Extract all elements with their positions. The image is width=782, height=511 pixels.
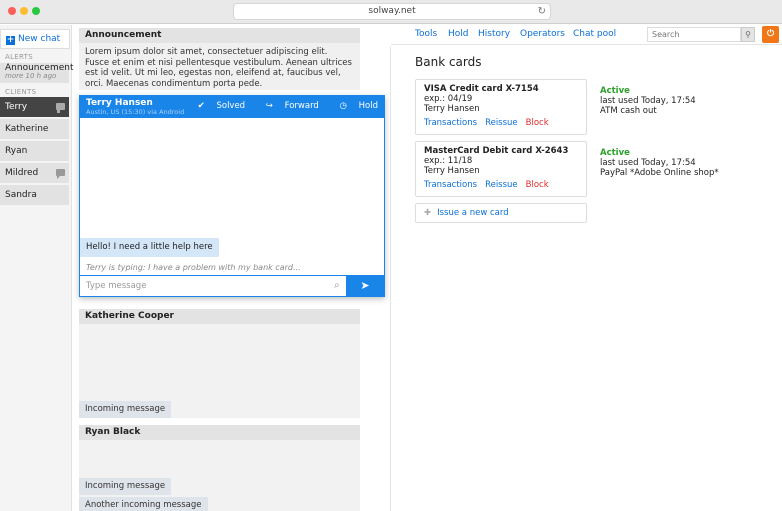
client-name: Katherine xyxy=(5,124,49,134)
alerts-section-label: ALERTS xyxy=(5,53,33,61)
plus-icon: ✚ xyxy=(424,208,432,218)
url-text: solway.net xyxy=(368,6,416,16)
search-button[interactable]: ⚲ xyxy=(741,27,755,42)
issue-new-card-button[interactable]: ✚ Issue a new card xyxy=(415,203,587,223)
sidebar: + New chat ALERTS Announcement more 10 h … xyxy=(0,25,74,511)
status-badge: Active xyxy=(600,148,630,158)
chat-header: Terry Hansen Austin, US (15:30) via Andr… xyxy=(80,96,384,118)
sidebar-item-katherine[interactable]: Katherine xyxy=(0,119,69,139)
nav-tools[interactable]: Tools xyxy=(415,29,437,39)
sidebar-item-mildred[interactable]: Mildred xyxy=(0,163,69,183)
announcement-time: more 10 h ago xyxy=(5,72,57,80)
chat-bubble-icon xyxy=(56,103,65,113)
incoming-message: Incoming message xyxy=(79,401,172,418)
card-status-visa: Active last used Today, 17:54 ATM cash o… xyxy=(600,86,696,116)
chat-actions: ✔ Solved ↪ Forward ◷ Hold xyxy=(180,101,378,111)
bank-cards-title: Bank cards xyxy=(415,55,482,69)
card-title: VISA Credit card X-7154 xyxy=(424,84,539,94)
incoming-message: Incoming message xyxy=(79,478,172,495)
nav-hold[interactable]: Hold xyxy=(448,29,469,39)
card-actions: Transactions Reissue Block xyxy=(424,118,578,128)
card-status-mastercard: Active last used Today, 17:54 PayPal *Ad… xyxy=(600,148,719,178)
sidebar-item-sandra[interactable]: Sandra xyxy=(0,185,69,205)
client-chat-panel-katherine[interactable]: Katherine Cooper Incoming message xyxy=(79,309,360,418)
announcement-title: Announcement xyxy=(79,28,360,43)
forward-button[interactable]: ↪ Forward xyxy=(257,101,319,111)
hold-button[interactable]: ◷ Hold xyxy=(331,101,378,111)
paperclip-icon[interactable]: ⌕ xyxy=(334,280,340,291)
client-name: Mildred xyxy=(5,168,39,178)
reload-icon[interactable]: ↻ xyxy=(538,4,546,19)
sidebar-item-terry[interactable]: Terry xyxy=(0,97,69,117)
last-used: last used Today, 17:54 xyxy=(600,158,696,168)
chat-client-name: Terry Hansen xyxy=(86,98,153,108)
send-icon: ➤ xyxy=(360,279,370,292)
active-chat-window: Terry Hansen Austin, US (15:30) via Andr… xyxy=(79,95,385,297)
issue-new-card-label: Issue a new card xyxy=(437,208,509,218)
incoming-message: Hello! I need a little help here xyxy=(80,238,219,257)
reissue-link[interactable]: Reissue xyxy=(485,118,518,128)
send-button[interactable]: ➤ xyxy=(346,276,384,296)
last-used-detail: ATM cash out xyxy=(600,106,657,116)
transactions-link[interactable]: Transactions xyxy=(424,180,477,190)
client-name: Sandra xyxy=(5,190,37,200)
announcement-text: Lorem ipsum dolor sit amet, consectetuer… xyxy=(85,47,352,89)
clients-section-label: CLIENTS xyxy=(5,88,37,96)
search-input[interactable] xyxy=(647,27,741,42)
block-link[interactable]: Block xyxy=(526,180,549,190)
incoming-message: Another incoming message xyxy=(79,497,208,511)
status-badge: Active xyxy=(600,86,630,96)
power-icon: ⏻ xyxy=(766,29,775,39)
solved-button[interactable]: ✔ Solved xyxy=(189,101,245,111)
chat-input-bar: ⌕ ➤ xyxy=(80,275,384,296)
chat-client-location: Austin, US (15:30) via Android xyxy=(86,108,185,116)
card-title: MasterCard Debit card X-2643 xyxy=(424,146,569,156)
browser-toolbar: solway.net ↻ xyxy=(0,0,782,24)
address-bar[interactable]: solway.net ↻ xyxy=(233,3,551,20)
nav-operators[interactable]: Operators xyxy=(520,29,565,39)
clock-icon: ◷ xyxy=(339,101,347,111)
last-used-detail: PayPal *Adobe Online shop* xyxy=(600,168,719,178)
announcement-panel: Announcement Lorem ipsum dolor sit amet,… xyxy=(79,28,360,90)
card-actions: Transactions Reissue Block xyxy=(424,180,578,190)
maximize-window-button[interactable] xyxy=(32,7,40,15)
new-chat-label: New chat xyxy=(18,34,61,44)
card-holder: Terry Hansen xyxy=(424,166,480,176)
card-holder: Terry Hansen xyxy=(424,104,480,114)
nav-chat-pool[interactable]: Chat pool xyxy=(573,29,616,39)
typing-indicator: Terry is typing: I have a problem with m… xyxy=(86,263,301,272)
client-name: Terry xyxy=(5,102,28,112)
power-button[interactable]: ⏻ xyxy=(762,26,779,43)
chat-bubble-icon xyxy=(56,169,65,179)
nav-history[interactable]: History xyxy=(478,29,510,39)
block-link[interactable]: Block xyxy=(526,118,549,128)
bank-card-mastercard: MasterCard Debit card X-2643 exp.: 11/18… xyxy=(415,141,587,197)
new-chat-button[interactable]: + New chat xyxy=(0,29,70,49)
card-expiry: exp.: 04/19 xyxy=(424,94,473,104)
minimize-window-button[interactable] xyxy=(20,7,28,15)
close-window-button[interactable] xyxy=(8,7,16,15)
reissue-link[interactable]: Reissue xyxy=(485,180,518,190)
client-panel-title: Ryan Black xyxy=(79,425,360,440)
transactions-link[interactable]: Transactions xyxy=(424,118,477,128)
last-used: last used Today, 17:54 xyxy=(600,96,696,106)
search-icon: ⚲ xyxy=(745,30,751,39)
column-divider xyxy=(390,46,391,511)
top-navigation: Tools Hold History Operators Chat pool ⚲… xyxy=(391,25,782,45)
forward-icon: ↪ xyxy=(265,101,273,111)
plus-icon: + xyxy=(6,35,15,45)
sidebar-item-announcement[interactable]: Announcement more 10 h ago xyxy=(0,63,74,83)
client-chat-panel-ryan[interactable]: Ryan Black Incoming message Another inco… xyxy=(79,425,360,511)
check-icon: ✔ xyxy=(197,101,205,111)
sidebar-item-ryan[interactable]: Ryan xyxy=(0,141,69,161)
message-input[interactable] xyxy=(80,276,344,296)
client-panel-title: Katherine Cooper xyxy=(79,309,360,324)
bank-card-visa: VISA Credit card X-7154 exp.: 04/19 Terr… xyxy=(415,79,587,135)
card-expiry: exp.: 11/18 xyxy=(424,156,473,166)
client-name: Ryan xyxy=(5,146,28,156)
